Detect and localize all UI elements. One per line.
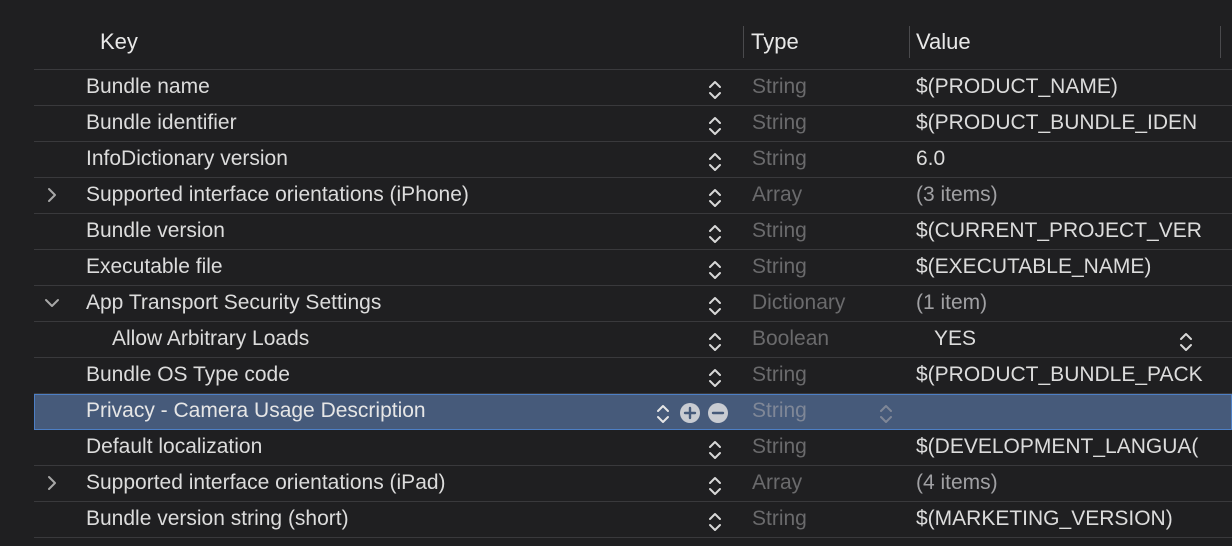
table-row[interactable]: Executable file String $(EXECUTABLE_NAME… [34, 250, 1232, 286]
table-row[interactable]: InfoDictionary version String 6.0 [34, 142, 1232, 178]
plist-editor: Key Type Value Bundle name String $(PROD… [34, 0, 1232, 546]
type-cell[interactable]: String [752, 75, 807, 99]
value-column-header[interactable]: Value [916, 29, 971, 55]
remove-row-button[interactable] [707, 402, 729, 424]
value-cell[interactable]: $(EXECUTABLE_NAME) [916, 255, 1216, 279]
type-cell[interactable]: String [752, 363, 807, 387]
chevron-up-down-icon[interactable] [706, 330, 724, 354]
type-cell[interactable]: Array [752, 183, 802, 207]
type-cell[interactable]: Dictionary [752, 291, 845, 315]
key-cell[interactable]: App Transport Security Settings [86, 291, 381, 315]
chevron-up-down-icon[interactable] [706, 438, 724, 462]
value-cell[interactable]: (4 items) [916, 471, 1216, 495]
key-cell[interactable]: Supported interface orientations (iPad) [86, 471, 446, 495]
key-cell[interactable]: Bundle version [86, 219, 225, 243]
chevron-up-down-icon[interactable] [706, 222, 724, 246]
type-cell[interactable]: String [752, 219, 807, 243]
table-row[interactable]: Bundle version string (short) String $(M… [34, 502, 1232, 538]
type-column-header[interactable]: Type [751, 29, 799, 55]
type-cell[interactable]: String [752, 111, 807, 135]
value-cell[interactable]: 6.0 [916, 147, 1216, 171]
key-cell[interactable]: Bundle identifier [86, 111, 237, 135]
column-divider[interactable] [743, 26, 744, 58]
column-divider[interactable] [1220, 26, 1221, 58]
chevron-down-icon[interactable] [44, 291, 60, 315]
value-cell[interactable]: (3 items) [916, 183, 1216, 207]
column-header: Key Type Value [34, 0, 1232, 70]
type-cell[interactable]: Boolean [752, 327, 829, 351]
key-cell[interactable]: Supported interface orientations (iPhone… [86, 183, 469, 207]
chevron-up-down-icon[interactable] [877, 402, 895, 426]
table-row[interactable]: Allow Arbitrary Loads Boolean YES [34, 322, 1232, 358]
chevron-up-down-icon[interactable] [706, 114, 724, 138]
value-cell[interactable]: $(PRODUCT_BUNDLE_PACK [916, 363, 1216, 387]
table-row[interactable]: Bundle name String $(PRODUCT_NAME) [34, 70, 1232, 106]
chevron-up-down-icon[interactable] [654, 402, 672, 426]
key-cell[interactable]: Bundle name [86, 75, 210, 99]
value-cell[interactable]: $(PRODUCT_NAME) [916, 75, 1216, 99]
chevron-up-down-icon[interactable] [706, 258, 724, 282]
chevron-right-icon[interactable] [44, 183, 60, 207]
value-cell[interactable]: (1 item) [916, 291, 1216, 315]
type-cell[interactable]: String [752, 507, 807, 531]
type-cell[interactable]: String [752, 435, 807, 459]
value-cell[interactable]: $(PRODUCT_BUNDLE_IDEN [916, 111, 1216, 135]
chevron-up-down-icon[interactable] [706, 186, 724, 210]
key-cell[interactable]: Executable file [86, 255, 223, 279]
chevron-up-down-icon[interactable] [706, 294, 724, 318]
table-row-selected[interactable]: Privacy - Camera Usage Description Strin… [34, 394, 1232, 430]
key-cell[interactable]: Allow Arbitrary Loads [112, 327, 309, 351]
table-row[interactable]: Supported interface orientations (iPhone… [34, 178, 1232, 214]
chevron-up-down-icon[interactable] [706, 510, 724, 534]
table-row[interactable]: Supported interface orientations (iPad) … [34, 466, 1232, 502]
key-cell[interactable]: InfoDictionary version [86, 147, 288, 171]
type-cell[interactable]: Array [752, 471, 802, 495]
chevron-up-down-icon[interactable] [706, 366, 724, 390]
table-row[interactable]: Bundle version String $(CURRENT_PROJECT_… [34, 214, 1232, 250]
chevron-up-down-icon[interactable] [706, 150, 724, 174]
type-cell[interactable]: String [752, 399, 807, 423]
table-row[interactable]: Bundle OS Type code String $(PRODUCT_BUN… [34, 358, 1232, 394]
key-cell[interactable]: Bundle version string (short) [86, 507, 349, 531]
column-divider[interactable] [909, 26, 910, 58]
chevron-up-down-icon[interactable] [706, 474, 724, 498]
type-cell[interactable]: String [752, 147, 807, 171]
value-cell[interactable]: $(CURRENT_PROJECT_VER [916, 219, 1216, 243]
table-row[interactable]: App Transport Security Settings Dictiona… [34, 286, 1232, 322]
chevron-up-down-icon[interactable] [706, 78, 724, 102]
value-cell[interactable]: $(DEVELOPMENT_LANGUA( [916, 435, 1216, 459]
table-row[interactable]: Default localization String $(DEVELOPMEN… [34, 430, 1232, 466]
key-cell[interactable]: Privacy - Camera Usage Description [86, 399, 426, 423]
key-cell[interactable]: Default localization [86, 435, 262, 459]
key-column-header[interactable]: Key [100, 29, 138, 55]
key-cell[interactable]: Bundle OS Type code [86, 363, 290, 387]
add-row-button[interactable] [679, 402, 701, 424]
value-cell[interactable]: $(MARKETING_VERSION) [916, 507, 1216, 531]
chevron-right-icon[interactable] [44, 471, 60, 495]
table-row[interactable]: Bundle identifier String $(PRODUCT_BUNDL… [34, 106, 1232, 142]
chevron-up-down-icon[interactable] [1177, 330, 1195, 354]
type-cell[interactable]: String [752, 255, 807, 279]
